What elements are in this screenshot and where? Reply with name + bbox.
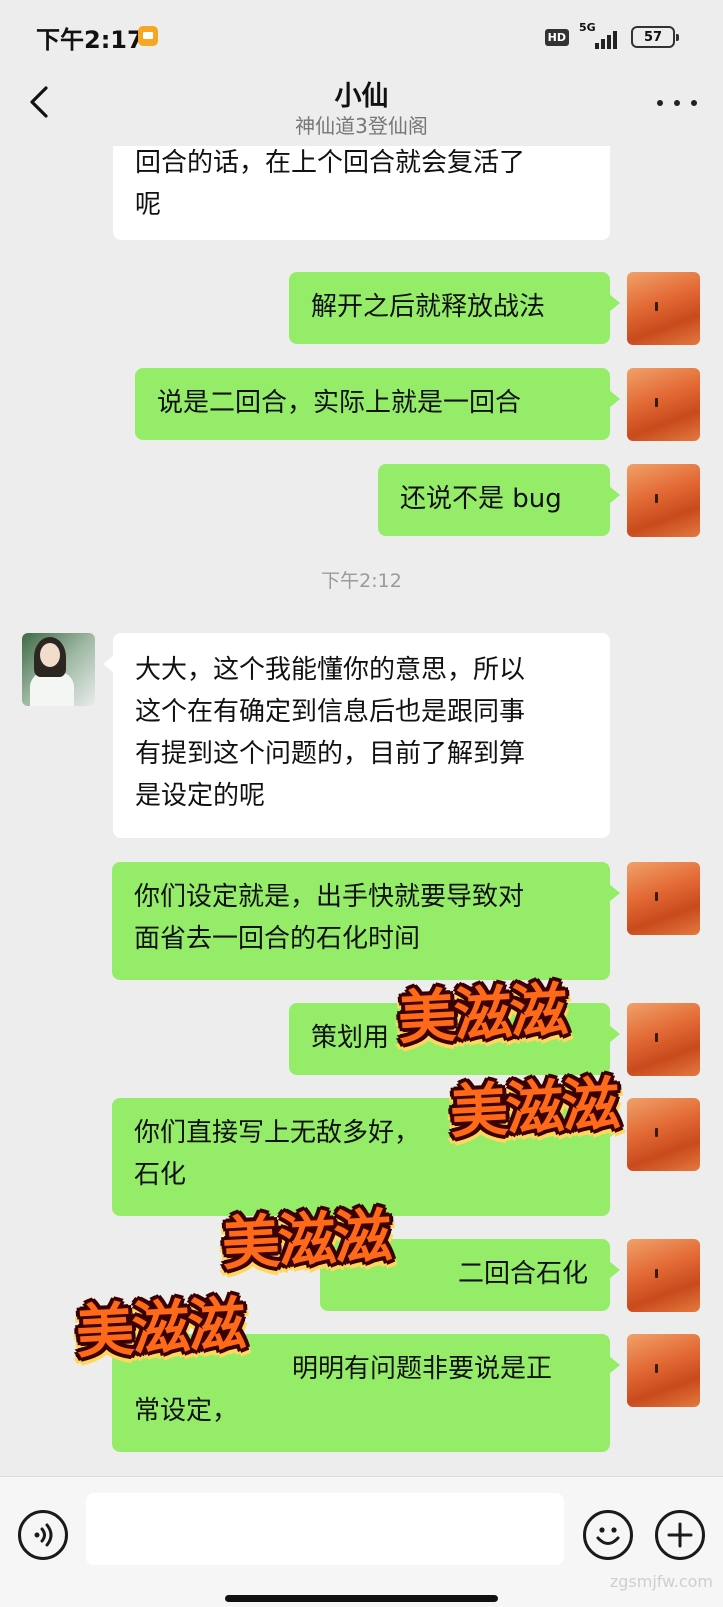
battery-level: 57 <box>643 29 663 45</box>
chat-subtitle: 神仙道3登仙阁 <box>295 114 428 138</box>
my-avatar[interactable] <box>627 464 700 537</box>
message-bubble-outgoing[interactable]: 解开之后就释放战法 <box>289 272 620 344</box>
my-avatar[interactable] <box>627 368 700 441</box>
my-avatar[interactable] <box>627 272 700 345</box>
emoji-icon[interactable] <box>583 1510 633 1560</box>
sticker-overlay: 美滋滋 <box>220 1201 392 1279</box>
voice-input-icon[interactable] <box>18 1510 68 1560</box>
my-avatar[interactable] <box>627 1334 700 1407</box>
status-indicators: HD 5G 57 <box>544 21 679 52</box>
chat-title: 小仙 <box>334 81 389 112</box>
message-line: 有提到这个问题的，目前了解到算 <box>135 739 526 769</box>
message-line: 是设定的呢 <box>135 781 266 811</box>
message-input[interactable] <box>86 1493 564 1565</box>
message-line: 回合的话，在上个回合就会复活了 <box>135 148 526 178</box>
message-bubble-outgoing[interactable]: 你们设定就是，出手快就要导致对 面省去一回合的石化时间 <box>112 862 620 980</box>
sticker-overlay: 美滋滋 <box>74 1289 246 1367</box>
message-line: 你们设定就是，出手快就要导致对 <box>134 882 525 912</box>
hd-badge: HD <box>544 28 569 46</box>
message-line: 明明有问题非要说是正 <box>292 1354 553 1384</box>
message-line: 还说不是 bug <box>400 484 562 514</box>
chat-header: 小仙 神仙道3登仙阁 <box>0 70 723 146</box>
battery-icon: 57 <box>631 26 679 48</box>
message-line: 面省去一回合的石化时间 <box>134 924 421 954</box>
notification-icon <box>138 26 158 46</box>
my-avatar[interactable] <box>627 1098 700 1171</box>
message-line: 解开之后就释放战法 <box>311 292 546 322</box>
sticker-overlay: 美滋滋 <box>396 975 568 1053</box>
message-bubble-incoming[interactable]: 大大，这个我能懂你的意思，所以 这个在有确定到信息后也是跟同事 有提到这个问题的… <box>103 633 610 838</box>
message-list[interactable]: 回合的话，在上个回合就会复活了 呢 解开之后就释放战法 说是二回合，实际上就是一… <box>0 146 723 1476</box>
message-bubble-outgoing[interactable]: 说是二回合，实际上就是一回合 <box>135 368 620 440</box>
message-line: 石化 <box>134 1160 187 1190</box>
message-timestamp: 下午2:12 <box>321 570 402 592</box>
message-bubble-outgoing[interactable]: 还说不是 bug <box>378 464 620 536</box>
my-avatar[interactable] <box>627 862 700 935</box>
my-avatar[interactable] <box>627 1003 700 1076</box>
my-avatar[interactable] <box>627 1239 700 1312</box>
contact-avatar[interactable] <box>22 633 95 706</box>
message-line: 常设定， <box>134 1396 239 1426</box>
add-more-icon[interactable] <box>655 1510 705 1560</box>
message-line: 大大，这个我能懂你的意思，所以 <box>135 655 526 685</box>
status-time: 下午2:17 <box>36 26 144 54</box>
sticker-overlay: 美滋滋 <box>448 1069 620 1147</box>
message-line: 这个在有确定到信息后也是跟同事 <box>135 697 526 727</box>
message-line: 呢 <box>135 190 162 220</box>
more-options-icon[interactable] <box>657 88 697 118</box>
message-bubble-incoming[interactable]: 回合的话，在上个回合就会复活了 呢 <box>113 146 610 240</box>
home-indicator[interactable] <box>225 1595 498 1602</box>
status-bar: 下午2:17 HD 5G 57 <box>0 0 723 70</box>
network-type: 5G <box>579 21 596 34</box>
watermark: zgsmjfw.com <box>609 1572 713 1591</box>
signal-icon: 5G <box>577 21 617 49</box>
message-line: 说是二回合，实际上就是一回合 <box>157 388 522 418</box>
